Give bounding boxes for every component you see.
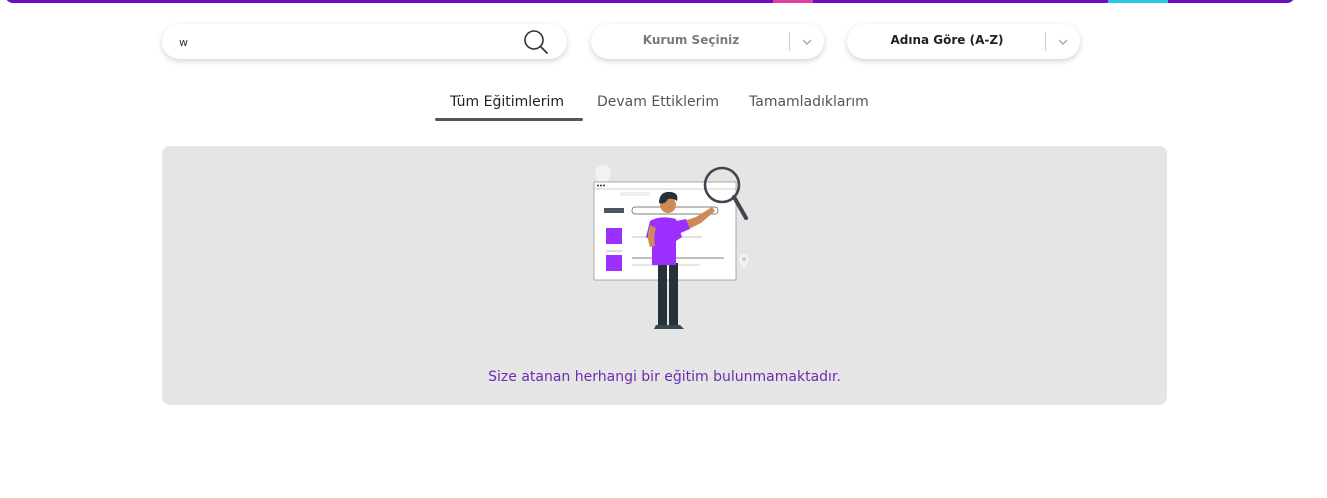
select-divider bbox=[1045, 32, 1046, 51]
select-divider bbox=[789, 32, 790, 51]
chevron-down-icon[interactable] bbox=[800, 35, 814, 49]
chevron-down-icon[interactable] bbox=[1056, 35, 1070, 49]
top-banner-cyan-accent bbox=[1108, 0, 1168, 3]
sort-select-label: Adına Göre (A-Z) bbox=[890, 33, 1004, 47]
top-banner bbox=[0, 0, 1327, 4]
institution-select[interactable]: Kurum Seçiniz bbox=[591, 24, 824, 59]
tab-all-trainings[interactable]: Tüm Eğitimlerim bbox=[450, 93, 564, 120]
search-input[interactable] bbox=[177, 32, 521, 52]
search-box[interactable] bbox=[162, 24, 567, 59]
empty-state-panel: Size atanan herhangi bir eğitim bulunmam… bbox=[162, 146, 1167, 405]
tab-in-progress[interactable]: Devam Ettiklerim bbox=[597, 93, 719, 120]
top-banner-bar bbox=[5, 0, 1295, 3]
tab-completed[interactable]: Tamamladıklarım bbox=[749, 93, 869, 120]
institution-select-label: Kurum Seçiniz bbox=[642, 33, 740, 47]
person-searching-illustration bbox=[580, 163, 750, 331]
search-icon[interactable] bbox=[523, 29, 549, 55]
top-banner-pink-accent bbox=[773, 0, 813, 3]
empty-state-message: Size atanan herhangi bir eğitim bulunmam… bbox=[488, 369, 841, 385]
sort-select[interactable]: Adına Göre (A-Z) bbox=[847, 24, 1080, 59]
active-tab-indicator bbox=[435, 118, 583, 121]
